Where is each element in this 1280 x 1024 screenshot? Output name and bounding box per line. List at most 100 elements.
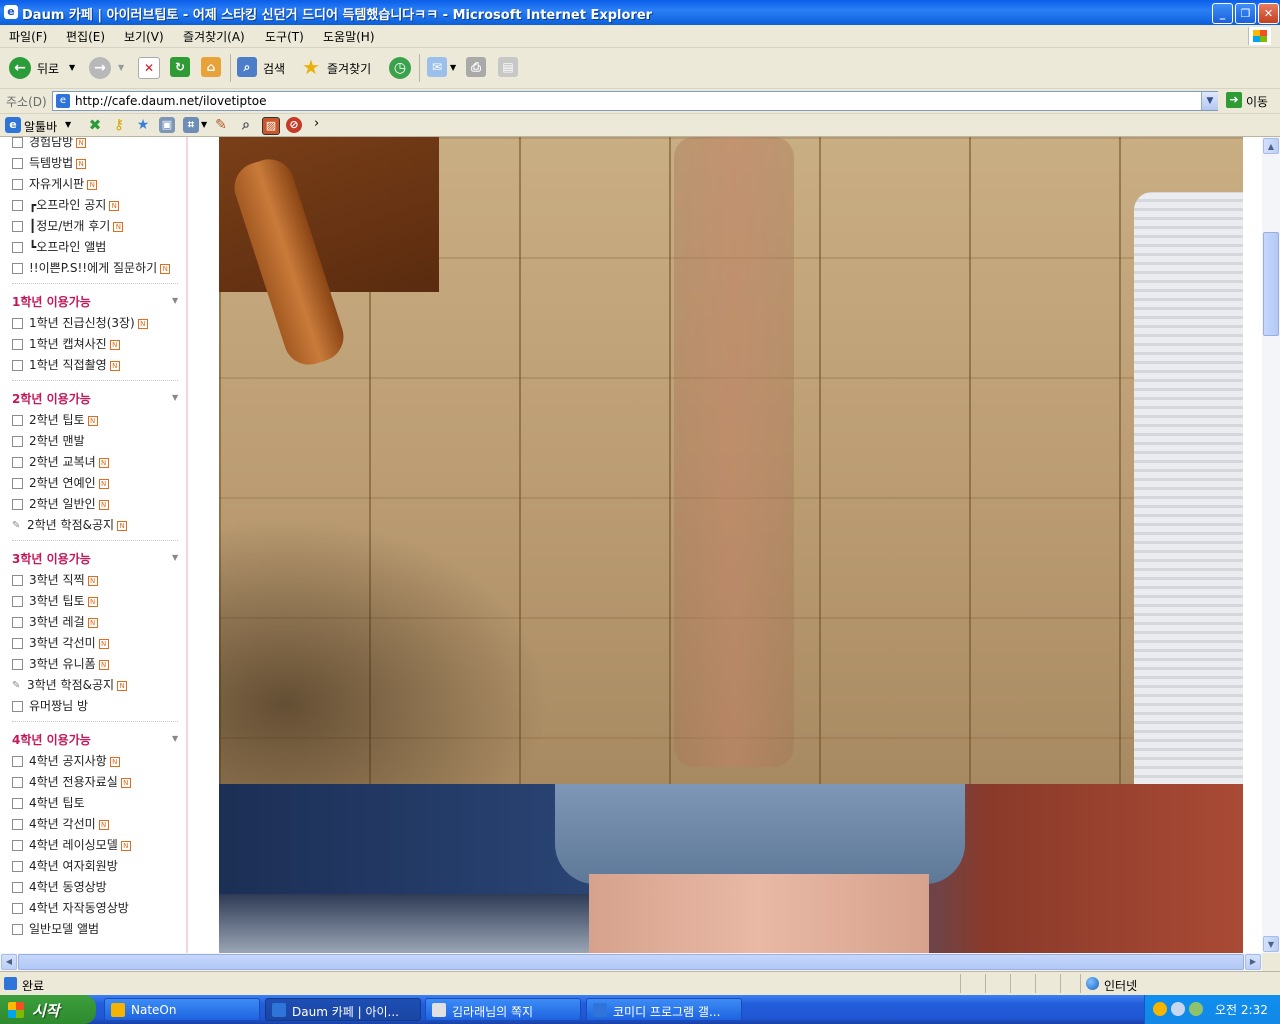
broom-icon[interactable]: ✎ <box>213 117 229 133</box>
ie-app-icon[interactable]: e <box>4 5 18 19</box>
menu-view[interactable]: 보기(V) <box>124 28 164 45</box>
crop-icon[interactable]: ⌗ <box>183 117 199 133</box>
sidebar-board-item[interactable]: 2학년 팁토 N <box>12 411 98 429</box>
sidebar-board-item[interactable]: ┃정모/번개 후기 N <box>12 217 124 235</box>
horizontal-scroll-thumb[interactable] <box>18 954 1244 970</box>
crop-dropdown-icon[interactable]: ▼ <box>201 120 207 129</box>
scroll-up-icon[interactable]: ▲ <box>1263 138 1279 154</box>
sidebar-item-label[interactable]: 2학년 일반인 <box>29 497 96 511</box>
sidebar-board-item[interactable]: 2학년 교복녀 N <box>12 453 109 471</box>
favorites-star-icon[interactable]: ★ <box>301 57 321 77</box>
sidebar-board-item[interactable]: 일반모델 앨범 <box>12 920 99 938</box>
sidebar-item-label[interactable]: 4학년 레이싱모델 <box>29 838 118 852</box>
scroll-right-icon[interactable]: ▶ <box>1245 954 1261 970</box>
back-button-label[interactable]: 뒤로 <box>37 60 59 77</box>
address-dropdown-icon[interactable]: ▼ <box>1201 92 1218 110</box>
sidebar-board-item[interactable]: 4학년 레이싱모델 N <box>12 836 131 854</box>
taskbar-button[interactable]: Daum 카페 | 아이... <box>265 998 421 1021</box>
scroll-down-icon[interactable]: ▼ <box>1263 936 1279 952</box>
sidebar-item-label[interactable]: 4학년 팁토 <box>29 796 85 810</box>
go-button-label[interactable]: 이동 <box>1246 93 1268 110</box>
sidebar-board-item[interactable]: 4학년 동영상방 <box>12 878 107 896</box>
taskbar-button[interactable]: 코미디 프로그램 갤... <box>586 998 742 1021</box>
sidebar-item-label[interactable]: 2학년 학점&공지 <box>27 518 114 532</box>
save-icon[interactable]: ▣ <box>159 117 175 133</box>
taskbar-button[interactable]: 김라래님의 쪽지 <box>425 998 581 1021</box>
sidebar-item-label[interactable]: 2학년 팁토 <box>29 413 85 427</box>
refresh-icon[interactable]: ↻ <box>170 57 190 77</box>
sidebar-board-item[interactable]: 득템방법 N <box>12 154 87 172</box>
menu-tools[interactable]: 도구(T) <box>265 28 304 45</box>
sidebar-item-label[interactable]: 3학년 학점&공지 <box>27 678 114 692</box>
sidebar-board-item[interactable]: 2학년 맨발 <box>12 432 85 450</box>
star-icon[interactable]: ★ <box>135 117 151 133</box>
sidebar-board-item[interactable]: 4학년 전용자료실 N <box>12 773 131 791</box>
sidebar-item-label[interactable]: 4학년 여자회원방 <box>29 859 118 873</box>
collapse-arrow-icon[interactable]: ▼ <box>172 296 178 305</box>
sidebar-board-item[interactable]: 4학년 공지사항 N <box>12 752 120 770</box>
sidebar-board-item[interactable]: 2학년 일반인 N <box>12 495 109 513</box>
menu-file[interactable]: 파일(F) <box>9 28 47 45</box>
nateon-tray-icon[interactable] <box>1153 1002 1167 1016</box>
sidebar-item-label[interactable]: 1학년 진급신청(3장) <box>29 316 135 330</box>
sidebar-item-label[interactable]: 3학년 유니폼 <box>29 657 96 671</box>
sidebar-board-item[interactable]: 3학년 팁토 N <box>12 592 98 610</box>
sidebar-board-item[interactable]: ┏오프라인 공지 N <box>12 196 120 214</box>
altoolbar-icon[interactable]: e <box>5 117 21 133</box>
menu-favorites[interactable]: 즐겨찾기(A) <box>183 28 245 45</box>
forward-dropdown-icon[interactable]: ▼ <box>118 63 124 72</box>
menu-help[interactable]: 도움말(H) <box>323 28 375 45</box>
sidebar-board-item[interactable]: 4학년 각선미 N <box>12 815 109 833</box>
start-button[interactable]: 시작 <box>0 995 96 1024</box>
search-icon[interactable]: ⌕ <box>237 57 257 77</box>
key-icon[interactable]: ⚷ <box>111 117 127 133</box>
sidebar-board-item[interactable]: 4학년 여자회원방 <box>12 857 118 875</box>
sidebar-board-item[interactable]: ✎ 3학년 학점&공지 N <box>12 676 128 694</box>
history-icon[interactable]: ◷ <box>389 57 411 79</box>
sidebar-board-item[interactable]: ┗오프라인 앨범 <box>12 238 106 256</box>
utility-tray-icon[interactable] <box>1189 1002 1203 1016</box>
menu-edit[interactable]: 편집(E) <box>66 28 105 45</box>
scroll-left-icon[interactable]: ◀ <box>1 954 17 970</box>
sidebar-board-item[interactable]: 4학년 팁토 <box>12 794 85 812</box>
sidebar-item-label[interactable]: 4학년 자작동영상방 <box>29 901 129 915</box>
sidebar-board-item[interactable]: 3학년 유니폼 N <box>12 655 109 673</box>
sidebar-item-label[interactable]: 3학년 직찍 <box>29 573 85 587</box>
collapse-arrow-icon[interactable]: ▼ <box>172 393 178 402</box>
sidebar-board-item[interactable]: ✎ 2학년 학점&공지 N <box>12 516 128 534</box>
home-icon[interactable]: ⌂ <box>201 57 221 77</box>
sidebar-item-label[interactable]: 유머짱님 방 <box>29 699 88 713</box>
network-tray-icon[interactable] <box>1171 1002 1185 1016</box>
search-button-label[interactable]: 검색 <box>263 60 285 77</box>
sidebar-board-item[interactable]: 1학년 진급신청(3장) N <box>12 314 148 332</box>
sidebar-item-label[interactable]: ┗오프라인 앨범 <box>29 240 106 254</box>
tools-icon[interactable]: ✖ <box>87 117 103 133</box>
sidebar-item-label[interactable]: 3학년 팁토 <box>29 594 85 608</box>
popup-block-icon[interactable]: ▨ <box>262 117 280 135</box>
vertical-scrollbar[interactable]: ▲ ▼ <box>1262 137 1280 953</box>
sidebar-item-label[interactable]: 4학년 전용자료실 <box>29 775 118 789</box>
edit-icon[interactable]: ▤ <box>498 57 518 77</box>
sidebar-item-label[interactable]: 2학년 연예인 <box>29 476 96 490</box>
sidebar-board-item[interactable]: 경험담방 N <box>12 137 87 151</box>
sidebar-board-item[interactable]: 2학년 연예인 N <box>12 474 109 492</box>
sidebar-item-label[interactable]: ┏오프라인 공지 <box>29 198 106 212</box>
sidebar-board-item[interactable]: 1학년 캡쳐사진 N <box>12 335 120 353</box>
sidebar-board-item[interactable]: 3학년 각선미 N <box>12 634 109 652</box>
minimize-button[interactable]: _ <box>1212 3 1233 24</box>
sidebar-board-item[interactable]: 유머짱님 방 <box>12 697 88 715</box>
sidebar-item-label[interactable]: ┃정모/번개 후기 <box>29 219 110 233</box>
altoolbar-label[interactable]: 알툴바 <box>24 118 57 135</box>
sidebar-item-label[interactable]: 자유게시판 <box>29 177 84 191</box>
sidebar-board-item[interactable]: 3학년 직찍 N <box>12 571 98 589</box>
taskbar-button[interactable]: NateOn <box>104 998 260 1021</box>
sidebar-item-label[interactable]: 4학년 동영상방 <box>29 880 107 894</box>
favorites-button-label[interactable]: 즐겨찾기 <box>327 60 371 77</box>
back-arrow-icon[interactable]: ← <box>9 57 31 79</box>
forward-arrow-icon[interactable]: → <box>89 57 111 79</box>
close-button[interactable]: ✕ <box>1258 3 1279 24</box>
sidebar-item-label[interactable]: 2학년 교복녀 <box>29 455 96 469</box>
sidebar-board-item[interactable]: 3학년 레걸 N <box>12 613 98 631</box>
maximize-button[interactable]: ❐ <box>1235 3 1256 24</box>
mail-icon[interactable]: ✉ <box>427 57 447 77</box>
